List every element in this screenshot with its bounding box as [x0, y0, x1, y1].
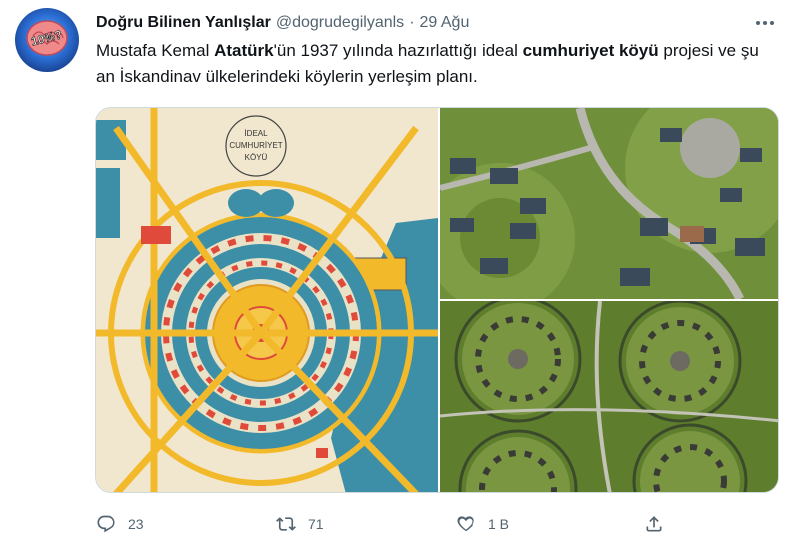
tweet-text: Mustafa Kemal Atatürk'ün 1937 yılında ha…	[96, 38, 776, 90]
reply-icon	[97, 515, 115, 533]
like-count: 1 B	[488, 516, 510, 532]
plan-title-line-3: KÖYÜ	[245, 153, 268, 162]
tweet-actions: 23 71 1 B	[96, 511, 686, 537]
tweet-text-bold: cumhuriyet köyü	[522, 41, 659, 60]
avatar[interactable]: 10%?	[15, 8, 79, 72]
share-button[interactable]	[644, 511, 664, 537]
retweet-button[interactable]: 71	[276, 511, 324, 537]
tweet-header: Doğru Bilinen Yanlışlar @dogrudegilyanls…	[96, 12, 469, 34]
plan-title-line-1: İDEAL	[244, 129, 268, 138]
aerial-village-top	[440, 108, 778, 299]
tweet[interactable]: 10%? Doğru Bilinen Yanlışlar @dogrudegil…	[0, 0, 801, 554]
tweet-media[interactable]: İDEAL CUMHURİYET KÖYÜ	[95, 107, 779, 493]
tweet-text-part: Mustafa Kemal	[96, 41, 215, 60]
tweet-text-part: 'ün 1937 yılında hazırlattığı ideal	[273, 41, 523, 60]
more-dot-icon	[770, 21, 774, 25]
reply-count: 23	[128, 516, 144, 532]
more-dot-icon	[763, 21, 767, 25]
reply-button[interactable]: 23	[96, 511, 144, 537]
aerial-photo-bottom[interactable]	[440, 301, 778, 492]
user-handle[interactable]: @dogrudegilyanls	[276, 14, 404, 32]
like-button[interactable]: 1 B	[456, 511, 509, 537]
village-plan-image[interactable]: İDEAL CUMHURİYET KÖYÜ	[96, 108, 438, 492]
more-options-button[interactable]	[752, 10, 778, 36]
tweet-text-bold: Atatürk	[214, 41, 274, 60]
retweet-icon	[276, 517, 296, 531]
village-plan-drawing: İDEAL CUMHURİYET KÖYÜ	[96, 108, 438, 492]
aerial-village-bottom	[440, 301, 778, 492]
aerial-photo-top[interactable]	[440, 108, 778, 299]
more-dot-icon	[756, 21, 760, 25]
separator-dot: ·	[409, 14, 415, 31]
share-icon	[646, 516, 662, 532]
plan-title-line-2: CUMHURİYET	[229, 141, 282, 150]
heart-icon	[457, 516, 474, 532]
retweet-count: 71	[308, 516, 324, 532]
brain-icon: 10%?	[26, 20, 68, 56]
tweet-timestamp[interactable]: 29 Ağu	[420, 14, 470, 32]
display-name[interactable]: Doğru Bilinen Yanlışlar	[96, 14, 271, 32]
